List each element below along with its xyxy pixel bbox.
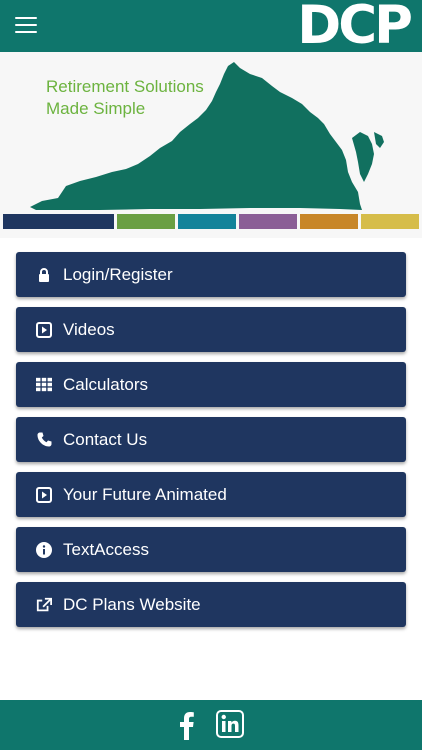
play-icon <box>36 321 52 338</box>
dcp-logo: DCP <box>297 0 413 56</box>
stripe-yellow <box>361 214 419 229</box>
tagline-line1: Retirement Solutions <box>46 77 204 96</box>
dc-plans-website-label: DC Plans Website <box>63 594 201 614</box>
stripe-purple <box>239 214 297 229</box>
calculators-label: Calculators <box>63 374 149 394</box>
your-future-animated-label: Your Future Animated <box>63 484 227 504</box>
app-header: DCP <box>0 0 422 56</box>
linkedin-icon[interactable] <box>216 710 246 740</box>
videos-label: Videos <box>63 319 115 339</box>
phone-icon <box>36 432 52 448</box>
tagline-line2: Made Simple <box>46 99 146 118</box>
menu-button-list: Login/Register Videos Calculators Contac… <box>16 252 406 637</box>
dc-plans-website-button[interactable]: DC Plans Website <box>16 582 406 627</box>
your-future-animated-button[interactable]: Your Future Animated <box>16 472 406 517</box>
textaccess-button[interactable]: TextAccess <box>16 527 406 572</box>
stripe-orange <box>300 214 358 229</box>
calculators-button[interactable]: Calculators <box>16 362 406 407</box>
external-link-icon <box>36 597 52 613</box>
color-stripes <box>3 214 419 229</box>
contact-us-label: Contact Us <box>63 429 148 449</box>
stripe-navy <box>3 214 114 229</box>
hamburger-menu-icon[interactable] <box>12 14 40 36</box>
videos-button[interactable]: Videos <box>16 307 406 352</box>
contact-us-button[interactable]: Contact Us <box>16 417 406 462</box>
grid-icon <box>36 377 52 393</box>
login-register-button[interactable]: Login/Register <box>16 252 406 297</box>
app-footer <box>0 700 422 750</box>
facebook-icon[interactable] <box>172 710 202 740</box>
info-icon <box>36 541 52 558</box>
login-register-label: Login/Register <box>63 264 173 284</box>
lock-icon <box>36 267 52 283</box>
hero-banner: Retirement Solutions Made Simple <box>0 52 422 238</box>
stripe-green <box>117 214 175 229</box>
tagline: Retirement Solutions Made Simple <box>46 76 204 120</box>
stripe-teal <box>178 214 236 229</box>
play-icon <box>36 486 52 503</box>
textaccess-label: TextAccess <box>63 539 149 559</box>
